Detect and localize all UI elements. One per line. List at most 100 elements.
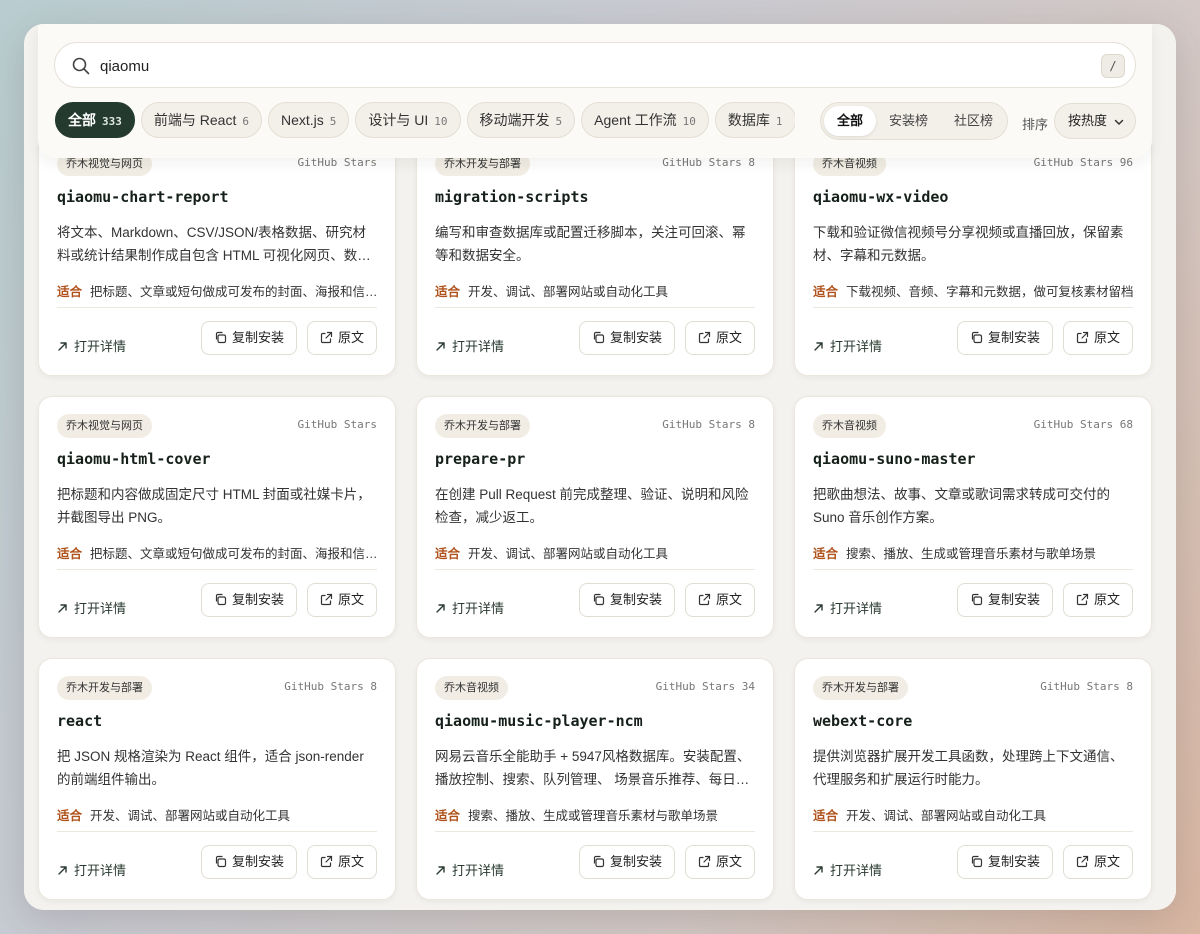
scope-tab[interactable]: 社区榜: [941, 106, 1006, 136]
search-input[interactable]: [100, 53, 1060, 79]
skill-description: 编写和审查数据库或配置迁移脚本，关注可回滚、幂等和数据安全。: [435, 225, 746, 263]
github-stars: GitHub Stars 8: [284, 680, 377, 693]
category-chip[interactable]: Agent 工作流 10: [581, 102, 709, 138]
open-details-link[interactable]: 打开详情: [813, 860, 882, 879]
open-details-link[interactable]: 打开详情: [813, 598, 882, 617]
source-button[interactable]: 原文: [1062, 845, 1133, 879]
source-button[interactable]: 原文: [1062, 321, 1133, 355]
external-link-icon: [698, 593, 711, 606]
category-tag: 乔木开发与部署: [57, 676, 152, 700]
fit-text: 开发、调试、部署网站或自动化工具: [846, 809, 1047, 823]
open-details-link[interactable]: 打开详情: [813, 336, 882, 355]
arrow-up-right-icon: [436, 342, 445, 351]
skill-card[interactable]: 乔木开发与部署 GitHub Stars 8 webext-core 提供浏览器扩展开…: [794, 658, 1152, 900]
open-details-link[interactable]: 打开详情: [435, 336, 504, 355]
source-button[interactable]: 原文: [306, 321, 377, 355]
fit-label: 适合: [813, 809, 839, 823]
skill-card[interactable]: 乔木视觉与网页 GitHub Stars qiaomu-html-cover 把标题和…: [38, 396, 396, 638]
fit-label: 适合: [435, 285, 461, 299]
chip-count: 5: [329, 115, 337, 128]
copy-install-button[interactable]: 复制安装: [956, 321, 1053, 355]
skill-card[interactable]: 乔木音视频 GitHub Stars 68 qiaomu-suno-master 把歌…: [794, 396, 1152, 638]
category-chip[interactable]: 全部 333: [55, 102, 135, 138]
fit-line: 适合 开发、调试、部署网站或自动化工具: [813, 805, 1135, 824]
copy-icon: [593, 593, 605, 606]
chip-label: Next.js: [280, 112, 324, 128]
open-details-label: 打开详情: [74, 863, 127, 878]
source-button[interactable]: 原文: [306, 845, 377, 879]
source-button[interactable]: 原文: [306, 583, 377, 617]
skill-description: 把歌曲想法、故事、文章或歌词需求转成可交付的 Suno 音乐创作方案。: [813, 487, 1110, 525]
copy-install-label: 复制安装: [987, 592, 1040, 607]
search-bar[interactable]: /: [54, 42, 1136, 88]
fit-line: 适合 把标题、文章或短句做成可发布的封面、海报和信…: [57, 281, 379, 300]
open-details-link[interactable]: 打开详情: [57, 860, 126, 879]
copy-icon: [971, 593, 983, 606]
divider: [57, 831, 377, 832]
skill-title: qiaomu-chart-report: [57, 188, 229, 206]
external-link-icon: [320, 331, 333, 344]
copy-install-label: 复制安装: [609, 592, 662, 607]
source-button[interactable]: 原文: [684, 583, 755, 617]
source-button[interactable]: 原文: [1062, 583, 1133, 617]
copy-install-button[interactable]: 复制安装: [956, 845, 1053, 879]
skill-description: 在创建 Pull Request 前完成整理、验证、说明和风险检查，减少返工。: [435, 487, 749, 525]
category-chip[interactable]: 数据库 1: [714, 102, 795, 138]
copy-icon: [215, 855, 227, 868]
github-stars: GitHub Stars 68: [1033, 418, 1133, 431]
app-window: 乔木视觉与网页 GitHub Stars qiaomu-chart-report 将文…: [24, 24, 1176, 910]
skill-card[interactable]: 乔木音视频 GitHub Stars 96 qiaomu-wx-video 下载和验证…: [794, 134, 1152, 376]
scope-tab[interactable]: 安装榜: [876, 106, 941, 136]
source-label: 原文: [337, 330, 364, 345]
chip-count: 6: [242, 115, 249, 128]
chevron-down-icon: [1114, 119, 1124, 125]
source-button[interactable]: 原文: [684, 321, 755, 355]
copy-install-button[interactable]: 复制安装: [578, 583, 675, 617]
skill-title: prepare-pr: [435, 450, 526, 468]
skill-title: qiaomu-music-player-ncm: [435, 712, 643, 730]
category-tag: 乔木开发与部署: [435, 414, 530, 438]
fit-text: 开发、调试、部署网站或自动化工具: [468, 547, 669, 561]
open-details-label: 打开详情: [74, 339, 127, 354]
search-icon: [72, 57, 90, 75]
category-chip[interactable]: 设计与 UI 10: [355, 102, 461, 138]
divider: [435, 831, 755, 832]
fit-text: 搜索、播放、生成或管理音乐素材与歌单场景: [846, 547, 1097, 561]
arrow-up-right-icon: [436, 604, 445, 613]
skill-title: webext-core: [813, 712, 913, 730]
copy-install-button[interactable]: 复制安装: [200, 845, 297, 879]
copy-install-button[interactable]: 复制安装: [200, 321, 297, 355]
open-details-link[interactable]: 打开详情: [435, 860, 504, 879]
category-chip[interactable]: 前端与 React 6: [140, 102, 262, 138]
sort-select[interactable]: 按热度: [1054, 103, 1136, 139]
github-stars: GitHub Stars: [297, 418, 377, 431]
category-chip[interactable]: 移动端开发 5: [466, 102, 576, 138]
source-button[interactable]: 原文: [684, 845, 755, 879]
skill-card[interactable]: 乔木开发与部署 GitHub Stars 8 prepare-pr 在创建 Pull …: [416, 396, 774, 638]
open-details-link[interactable]: 打开详情: [435, 598, 504, 617]
copy-install-button[interactable]: 复制安装: [200, 583, 297, 617]
skill-title: qiaomu-wx-video: [813, 188, 949, 206]
copy-icon: [215, 593, 227, 606]
copy-install-button[interactable]: 复制安装: [578, 321, 675, 355]
scope-tab[interactable]: 全部: [824, 106, 877, 136]
open-details-link[interactable]: 打开详情: [57, 598, 126, 617]
chip-label: 数据库: [727, 112, 770, 128]
skill-card[interactable]: 乔木音视频 GitHub Stars 34 qiaomu-music-player-…: [416, 658, 774, 900]
copy-install-button[interactable]: 复制安装: [578, 845, 675, 879]
skill-title: qiaomu-suno-master: [813, 450, 976, 468]
fit-line: 适合 把标题、文章或短句做成可发布的封面、海报和信…: [57, 543, 379, 562]
copy-install-button[interactable]: 复制安装: [956, 583, 1053, 617]
external-link-icon: [698, 855, 711, 868]
category-tag: 乔木音视频: [813, 414, 886, 438]
skill-card[interactable]: 乔木视觉与网页 GitHub Stars qiaomu-chart-report 将文…: [38, 134, 396, 376]
source-label: 原文: [337, 592, 364, 607]
sort-label: 排序: [1022, 117, 1049, 132]
skill-card[interactable]: 乔木开发与部署 GitHub Stars 8 migration-scripts 编写…: [416, 134, 774, 376]
category-chip[interactable]: Next.js 5: [267, 102, 350, 138]
fit-text: 把标题、文章或短句做成可发布的封面、海报和信…: [90, 285, 378, 299]
fit-line: 适合 搜索、播放、生成或管理音乐素材与歌单场景: [435, 805, 757, 824]
source-label: 原文: [1093, 592, 1120, 607]
skill-card[interactable]: 乔木开发与部署 GitHub Stars 8 react 把 JSON 规格渲染为 R…: [38, 658, 396, 900]
open-details-link[interactable]: 打开详情: [57, 336, 126, 355]
